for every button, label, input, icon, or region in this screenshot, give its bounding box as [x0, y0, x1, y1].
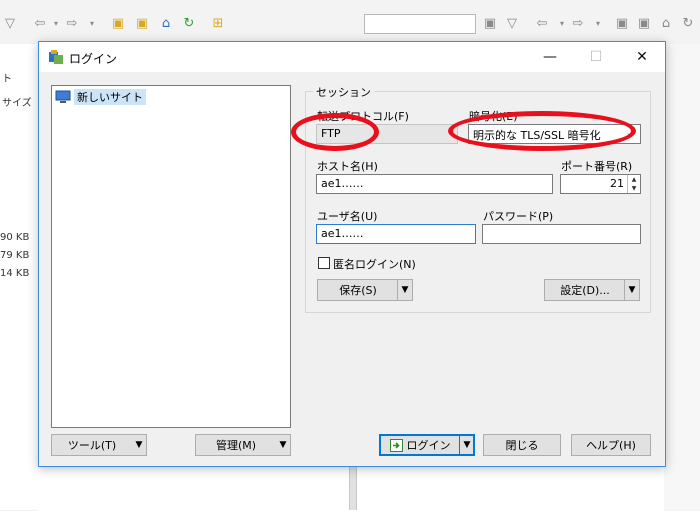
- advanced-dropdown-icon[interactable]: ▼: [624, 280, 639, 300]
- close-button[interactable]: 閉じる: [483, 434, 561, 456]
- login-label: ログイン: [406, 439, 451, 452]
- refresh-icon[interactable]: ↻: [181, 15, 197, 31]
- home-icon[interactable]: ⌂: [158, 15, 174, 31]
- save-dropdown-icon[interactable]: ▼: [397, 280, 412, 300]
- remote-back-dropdown-icon[interactable]: ▾: [554, 15, 570, 31]
- login-icon: [389, 438, 403, 452]
- spin-up-icon[interactable]: ▲: [628, 175, 640, 184]
- help-button[interactable]: ヘルプ(H): [571, 434, 651, 456]
- spin-down-icon[interactable]: ▼: [628, 184, 640, 193]
- remote-refresh-icon[interactable]: ↻: [680, 15, 696, 31]
- remote-home-icon[interactable]: ⌂: [658, 15, 674, 31]
- file-size: 79 KB: [0, 250, 30, 261]
- login-dropdown-icon[interactable]: ▼: [459, 435, 474, 455]
- close-icon: ✕: [636, 49, 648, 65]
- help-label: ヘルプ(H): [586, 439, 636, 452]
- tools-button[interactable]: ツール(T) ▼: [51, 434, 147, 456]
- user-value: ae1……: [321, 227, 364, 240]
- user-label: ユーザ名(U): [317, 210, 378, 223]
- remote-path-combo[interactable]: [364, 14, 476, 34]
- password-label: パスワード(P): [483, 210, 554, 223]
- advanced-button[interactable]: 設定(D)... ▼: [544, 279, 640, 301]
- port-label: ポート番号(R): [561, 160, 633, 173]
- host-input[interactable]: ae1……: [316, 174, 553, 194]
- maximize-button: ☐: [573, 42, 619, 72]
- session-group-legend: セッション: [313, 84, 374, 100]
- user-input[interactable]: ae1……: [316, 224, 476, 244]
- back-dropdown-icon[interactable]: ▾: [48, 15, 64, 31]
- remote-filter-icon[interactable]: ▽: [504, 15, 520, 31]
- tree-item-label: 新しいサイト: [74, 89, 146, 105]
- host-value: ae1……: [321, 177, 364, 190]
- annotation-circle-protocol: [291, 113, 379, 151]
- host-label: ホスト名(H): [317, 160, 378, 173]
- background-toolbar: ▽ ⇦ ▾ ⇨ ▾ ▣ ▣ ⌂ ↻ ⊞ ▣ ▽ ⇦ ▾ ⇨ ▾ ▣ ▣ ⌂ ↻: [0, 0, 700, 45]
- manage-label: 管理(M): [215, 439, 257, 452]
- minimize-icon: —: [543, 49, 557, 65]
- root-folder-icon[interactable]: ▣: [134, 15, 150, 31]
- forward-dropdown-icon[interactable]: ▾: [84, 15, 100, 31]
- minimize-button[interactable]: —: [527, 42, 573, 72]
- manage-button[interactable]: 管理(M) ▼: [195, 434, 291, 456]
- file-size: 90 KB: [0, 232, 30, 243]
- sidebar-header: ト: [2, 74, 12, 85]
- manage-dropdown-icon[interactable]: ▼: [276, 435, 290, 455]
- winscp-app-icon: [49, 50, 63, 64]
- remote-back-icon[interactable]: ⇦: [534, 15, 550, 31]
- annotation-circle-encryption: [448, 111, 636, 151]
- close-label: 閉じる: [505, 439, 539, 452]
- tree-toggle-icon[interactable]: ⊞: [210, 15, 226, 31]
- local-file-panel: ト サイズ 90 KB 79 KB 14 KB: [0, 44, 39, 510]
- login-dialog: ログイン — ☐ ✕ 新しいサイト セッション 転送プロトコル(F) FTP 暗…: [38, 41, 666, 467]
- password-input[interactable]: [482, 224, 641, 244]
- remote-forward-dropdown-icon[interactable]: ▾: [590, 15, 606, 31]
- port-input[interactable]: 21 ▲ ▼: [560, 174, 641, 194]
- dialog-titlebar[interactable]: ログイン — ☐ ✕: [39, 42, 665, 72]
- remote-folder-icon[interactable]: ▣: [482, 15, 498, 31]
- anonymous-checkbox[interactable]: [318, 257, 330, 269]
- tree-item-new-site[interactable]: 新しいサイト: [55, 89, 146, 105]
- anonymous-label[interactable]: 匿名ログイン(N): [333, 256, 416, 272]
- tools-label: ツール(T): [67, 439, 117, 452]
- size-column-header[interactable]: サイズ: [2, 94, 32, 109]
- remote-root-folder-icon[interactable]: ▣: [636, 15, 652, 31]
- maximize-icon: ☐: [589, 49, 603, 65]
- parent-folder-icon[interactable]: ▣: [110, 15, 126, 31]
- filter-icon[interactable]: ▽: [2, 15, 18, 31]
- save-button[interactable]: 保存(S) ▼: [317, 279, 413, 301]
- forward-icon[interactable]: ⇨: [64, 15, 80, 31]
- file-size: 14 KB: [0, 268, 30, 279]
- remote-file-panel: [664, 44, 700, 510]
- computer-icon: [55, 90, 71, 103]
- dialog-title: ログイン: [69, 52, 118, 66]
- panel-splitter[interactable]: [349, 465, 357, 510]
- port-spinner[interactable]: ▲ ▼: [627, 175, 640, 193]
- back-icon[interactable]: ⇦: [32, 15, 48, 31]
- port-value: 21: [610, 177, 624, 190]
- login-button[interactable]: ログイン ▼: [379, 434, 475, 456]
- close-window-button[interactable]: ✕: [619, 42, 665, 72]
- remote-forward-icon[interactable]: ⇨: [570, 15, 586, 31]
- remote-parent-folder-icon[interactable]: ▣: [614, 15, 630, 31]
- advanced-label: 設定(D)...: [560, 284, 610, 297]
- save-label: 保存(S): [339, 284, 377, 297]
- site-tree[interactable]: 新しいサイト: [51, 85, 291, 428]
- tools-dropdown-icon[interactable]: ▼: [132, 435, 146, 455]
